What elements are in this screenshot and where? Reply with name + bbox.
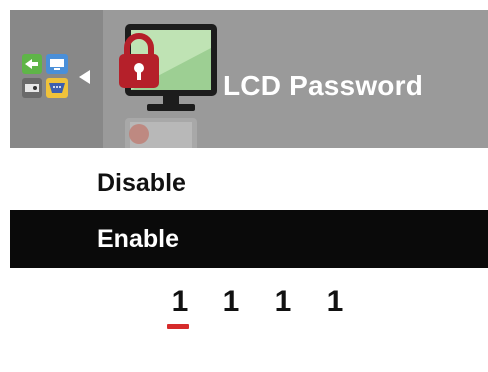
input-source-icon[interactable] [22, 54, 42, 74]
page-title: LCD Password [223, 70, 423, 101]
projector-icon[interactable] [22, 78, 42, 98]
display-icon[interactable] [46, 54, 68, 74]
password-digit-3[interactable]: 1 [270, 282, 296, 322]
password-digit-1[interactable]: 1 [167, 282, 193, 329]
option-enable[interactable]: Enable [10, 210, 488, 268]
password-digit-4[interactable]: 1 [322, 282, 348, 322]
nav-panel[interactable] [10, 10, 103, 148]
password-digit-2[interactable]: 1 [218, 282, 244, 322]
vga-port-icon[interactable] [46, 78, 68, 98]
chevron-left-icon[interactable] [79, 70, 90, 84]
menu-header: LCD Password [10, 10, 488, 152]
password-entry: 1 1 1 1 [10, 282, 488, 332]
osd-screen: LCD Password Disable Enable 1 1 1 1 [10, 10, 488, 372]
option-disable[interactable]: Disable [10, 155, 488, 212]
monitor-lock-icon [103, 10, 233, 152]
